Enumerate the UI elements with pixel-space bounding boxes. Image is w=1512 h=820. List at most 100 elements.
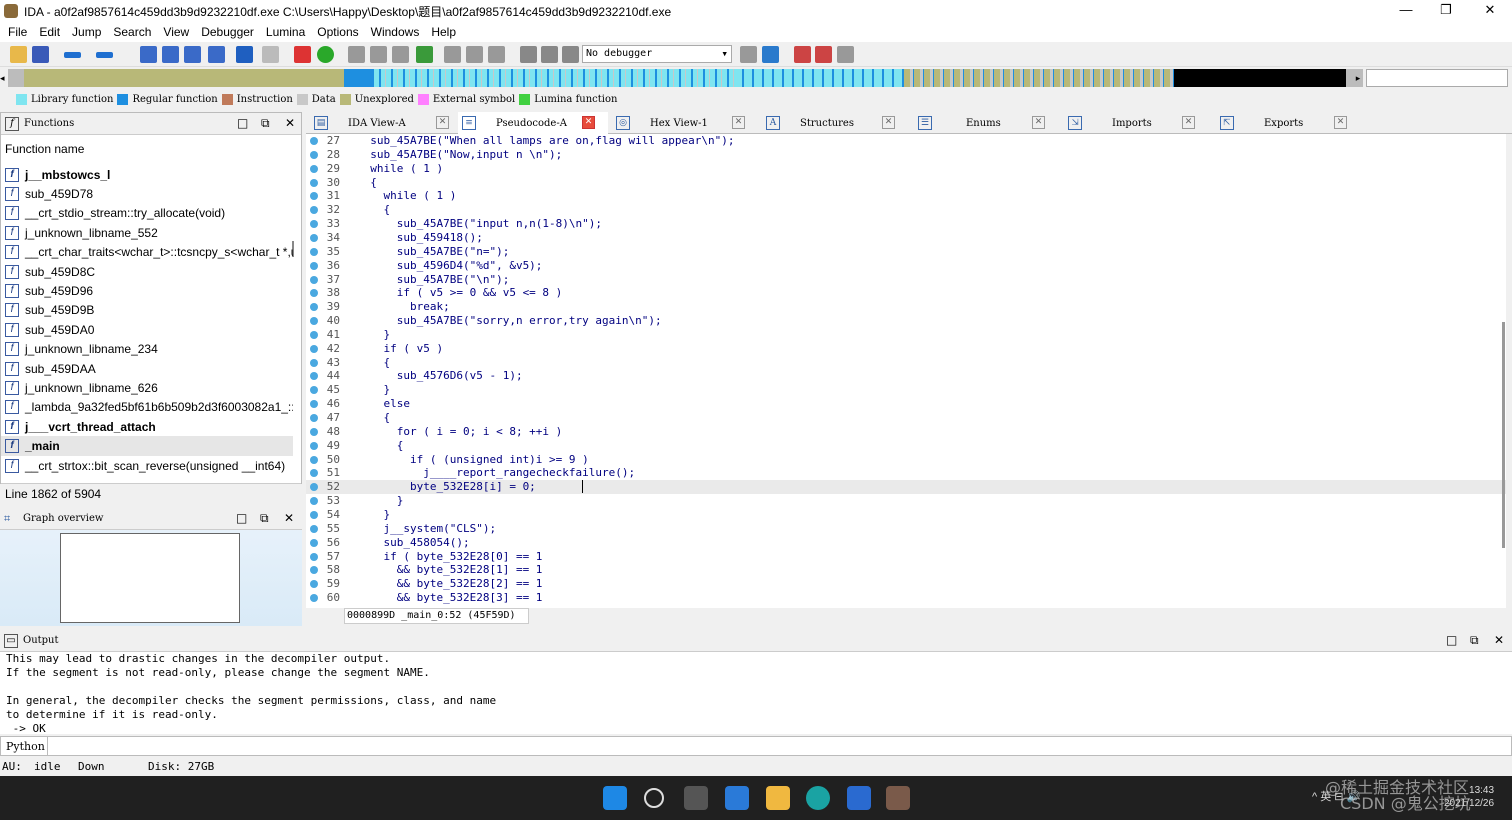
breakpoint-dot-icon[interactable]: [310, 594, 318, 603]
tab-close-icon[interactable]: ✕: [882, 116, 895, 129]
play-icon[interactable]: [520, 46, 537, 63]
taskbar-search-icon[interactable]: [644, 788, 664, 808]
code-line[interactable]: 53 }: [306, 494, 1506, 508]
tab-enums[interactable]: ☰ Enums ✕: [918, 112, 1068, 134]
breakpoint-dot-icon[interactable]: [310, 580, 318, 589]
breakpoint-dot-icon[interactable]: [310, 261, 318, 270]
menu-windows[interactable]: Windows: [367, 25, 428, 39]
breakpoint-dot-icon[interactable]: [310, 178, 318, 187]
script-icon[interactable]: [466, 46, 483, 63]
edge-icon[interactable]: [806, 786, 830, 810]
open-icon[interactable]: [10, 46, 27, 63]
breakpoint-dot-icon[interactable]: [310, 303, 318, 312]
tab-close-icon[interactable]: ✕: [1032, 116, 1045, 129]
breakpoint-dot-icon[interactable]: [310, 538, 318, 547]
nav-right-arrow-icon[interactable]: ▸: [1352, 69, 1364, 87]
menu-search[interactable]: Search: [109, 25, 159, 39]
code-line[interactable]: 38 if ( v5 >= 0 && v5 <= 8 ): [306, 286, 1506, 300]
windows-start-icon[interactable]: [603, 786, 627, 810]
python-command-line[interactable]: Python: [0, 736, 1512, 756]
code-line[interactable]: 37 sub_45A7BE("\n");: [306, 273, 1506, 287]
code-line[interactable]: 40 sub_45A7BE("sorry,n error,try again\n…: [306, 314, 1506, 328]
graph-maximize-icon[interactable]: □: [236, 511, 247, 525]
pseudocode-view[interactable]: 27 sub_45A7BE("When all lamps are on,fla…: [306, 134, 1506, 608]
function-list-item[interactable]: f sub_459D78: [1, 184, 293, 203]
function-list-item[interactable]: f sub_459D9B: [1, 301, 293, 320]
code-line[interactable]: 48 for ( i = 0; i < 8; ++i ): [306, 425, 1506, 439]
output-close-icon[interactable]: ✕: [1494, 633, 1504, 647]
menu-edit[interactable]: Edit: [35, 25, 68, 39]
function-list-item[interactable]: f _main: [1, 436, 293, 456]
store-icon[interactable]: [847, 786, 871, 810]
tab-close-icon[interactable]: ✕: [1182, 116, 1195, 129]
panel-maximize-icon[interactable]: □: [237, 116, 248, 130]
maximize-button[interactable]: ❐: [1426, 0, 1466, 22]
add-breakpoint-icon[interactable]: [815, 46, 832, 63]
output-maximize-icon[interactable]: □: [1446, 633, 1457, 647]
menu-debugger[interactable]: Debugger: [197, 25, 262, 39]
function-list-item[interactable]: f j___vcrt_thread_attach: [1, 417, 293, 436]
breakpoint-dot-icon[interactable]: [310, 150, 318, 159]
code-line[interactable]: 34 sub_459418();: [306, 231, 1506, 245]
breakpoint-dot-icon[interactable]: [310, 206, 318, 215]
breakpoint-dot-icon[interactable]: [310, 344, 318, 353]
nav-left-arrow-icon[interactable]: ◂: [0, 69, 8, 87]
breakpoint-dot-icon[interactable]: [310, 247, 318, 256]
menu-file[interactable]: File: [4, 25, 35, 39]
breakpoint-dot-icon[interactable]: [310, 441, 318, 450]
code-line[interactable]: 47 {: [306, 411, 1506, 425]
panel-close-icon[interactable]: ✕: [285, 116, 295, 130]
minimize-button[interactable]: —: [1386, 0, 1426, 22]
code-line[interactable]: 55 j__system("CLS");: [306, 522, 1506, 536]
breakpoint-dot-icon[interactable]: [310, 400, 318, 409]
code-line[interactable]: 39 break;: [306, 300, 1506, 314]
refresh-icon[interactable]: [762, 46, 779, 63]
code-line[interactable]: 44 sub_4576D6(v5 - 1);: [306, 369, 1506, 383]
tab-imports[interactable]: ⇲ Imports ✕: [1068, 112, 1218, 134]
navigation-band[interactable]: [8, 69, 1363, 87]
nav-combo[interactable]: [1366, 69, 1508, 87]
function-list-item[interactable]: f j_unknown_libname_626: [1, 378, 293, 397]
code-line[interactable]: 50 if ( (unsigned int)i >= 9 ): [306, 453, 1506, 467]
menu-view[interactable]: View: [159, 25, 197, 39]
code-line[interactable]: 51 j____report_rangecheckfailure();: [306, 466, 1506, 480]
code-line[interactable]: 60 && byte_532E28[3] == 1: [306, 591, 1506, 605]
breakpoint-dot-icon[interactable]: [310, 386, 318, 395]
panel-float-icon[interactable]: ⧉: [261, 116, 270, 131]
output-float-icon[interactable]: ⧉: [1470, 633, 1479, 648]
code-line[interactable]: 52 byte_532E28[i] = 0;: [306, 480, 1506, 495]
function-name-column[interactable]: Function name: [5, 142, 84, 156]
code-line[interactable]: 35 sub_45A7BE("n=");: [306, 245, 1506, 259]
breakpoint-dot-icon[interactable]: [310, 483, 318, 492]
breakpoint-dot-icon[interactable]: [310, 275, 318, 284]
tab-hex-view-1[interactable]: ◎ Hex View-1 ✕: [616, 112, 766, 134]
function-list-item[interactable]: f sub_459D96: [1, 281, 293, 300]
breakpoint-dot-icon[interactable]: [310, 566, 318, 575]
breakpoint-dot-icon[interactable]: [310, 552, 318, 561]
function-list-item[interactable]: f j_unknown_libname_552: [1, 223, 293, 242]
code-line[interactable]: 29 while ( 1 ): [306, 162, 1506, 176]
code-line[interactable]: 56 sub_458054();: [306, 536, 1506, 550]
menu-lumina[interactable]: Lumina: [262, 25, 313, 39]
breakpoint-dot-icon[interactable]: [310, 455, 318, 464]
add-icon[interactable]: [416, 46, 433, 63]
tab-ida-view-a[interactable]: ▤ IDA View-A ✕: [314, 112, 464, 134]
patch-icon[interactable]: [444, 46, 461, 63]
search-text-icon[interactable]: [162, 46, 179, 63]
code-line[interactable]: 46 else: [306, 397, 1506, 411]
breakpoint-dot-icon[interactable]: [310, 289, 318, 298]
code-line[interactable]: 54 }: [306, 508, 1506, 522]
forward-arrow-icon[interactable]: [96, 52, 113, 58]
breakpoint-dot-icon[interactable]: [310, 358, 318, 367]
breakpoint-dot-icon[interactable]: [310, 317, 318, 326]
menu-help[interactable]: Help: [427, 25, 464, 39]
graph-float-icon[interactable]: ⧉: [260, 511, 269, 526]
function-list-item[interactable]: f _lambda_9a32fed5bf61b6b509b2d3f6003082a…: [1, 398, 293, 417]
tab-exports[interactable]: ⇱ Exports ✕: [1220, 112, 1370, 134]
breakpoint-dot-icon[interactable]: [310, 469, 318, 478]
enum-icon[interactable]: [370, 46, 387, 63]
tab-close-icon[interactable]: ✕: [582, 116, 595, 129]
function-list-item[interactable]: f j_unknown_libname_234: [1, 340, 293, 359]
breakpoint-dot-icon[interactable]: [310, 510, 318, 519]
breakpoint-dot-icon[interactable]: [310, 427, 318, 436]
